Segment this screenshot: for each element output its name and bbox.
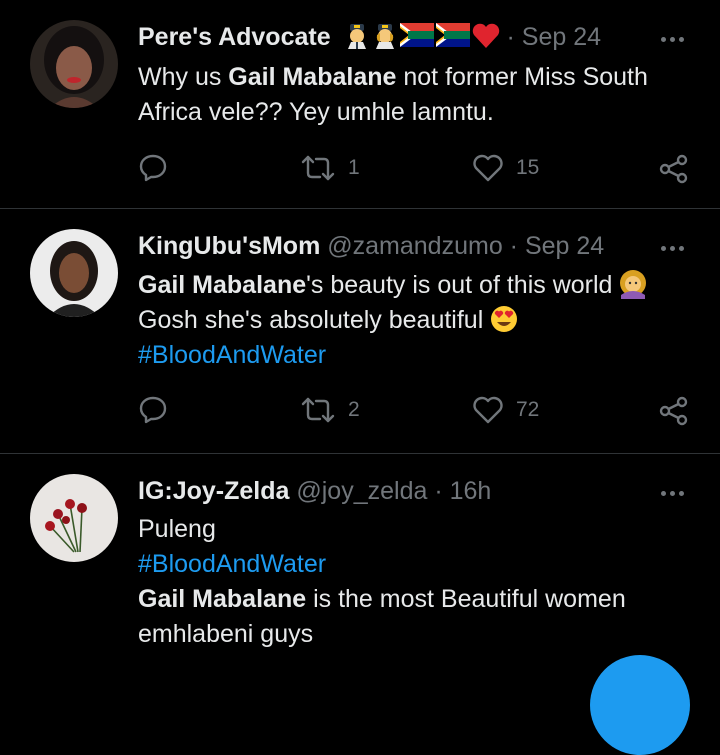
username[interactable]: @joy_zelda <box>296 477 427 505</box>
red-heart-icon <box>472 23 499 48</box>
tweet-time[interactable]: · 16h <box>434 477 491 505</box>
tweet-text: Why us Gail Mabalane not former Miss Sou… <box>138 63 648 126</box>
like-button[interactable]: 15 <box>472 153 539 183</box>
tweet-time[interactable]: · Sep 24 <box>510 232 605 260</box>
tweet[interactable]: IG:Joy-Zelda @joy_zelda · 16h Puleng #Bl… <box>0 454 720 675</box>
tweet-header: IG:Joy-Zelda @joy_zelda · 16h <box>138 476 491 506</box>
retweet-count: 1 <box>348 156 360 179</box>
display-name[interactable]: Pere's Advocate <box>138 23 331 51</box>
share-icon <box>659 154 688 184</box>
avatar[interactable] <box>30 20 118 108</box>
retweet-button[interactable]: 2 <box>300 395 360 425</box>
username[interactable]: @zamandzumo <box>327 232 502 260</box>
like-count: 15 <box>516 156 540 179</box>
heart-icon <box>473 154 503 182</box>
heart-icon <box>473 396 503 424</box>
avatar[interactable] <box>30 474 118 562</box>
tweet[interactable]: Pere's Advocate · Sep 24 Why us Gail Mab… <box>0 0 720 208</box>
reply-icon <box>139 396 167 424</box>
retweet-icon <box>301 397 335 423</box>
share-icon <box>659 396 688 426</box>
tweet-text: Gail Mabalane's beauty is out of this wo… <box>138 268 698 373</box>
name-emojis <box>344 23 500 49</box>
person-gesturing-emoji-icon <box>620 270 647 299</box>
avatar[interactable] <box>30 229 118 317</box>
like-button[interactable]: 72 <box>472 395 539 425</box>
compose-tweet-button[interactable] <box>590 655 690 755</box>
share-button[interactable] <box>658 395 690 427</box>
pilot-woman-emoji-icon <box>375 24 394 49</box>
tweet-time[interactable]: · Sep 24 <box>507 23 602 51</box>
reply-button[interactable] <box>138 395 168 425</box>
tweet-header: KingUbu'sMom @zamandzumo · Sep 24 <box>138 231 604 261</box>
retweet-count: 2 <box>348 398 360 421</box>
heart-eyes-emoji-icon <box>491 306 518 332</box>
share-button[interactable] <box>658 153 690 185</box>
south-africa-flag-icon <box>399 23 434 47</box>
reply-icon <box>139 154 167 182</box>
retweet-icon <box>301 155 335 181</box>
display-name[interactable]: KingUbu'sMom <box>138 232 320 260</box>
display-name[interactable]: IG:Joy-Zelda <box>138 477 289 505</box>
tweet-actions: 2 72 <box>0 392 720 432</box>
like-count: 72 <box>516 398 540 421</box>
more-icon[interactable] <box>655 478 689 508</box>
hashtag-link[interactable]: #BloodAndWater <box>138 338 698 373</box>
hashtag-link[interactable]: #BloodAndWater <box>138 547 698 582</box>
tweet-header: Pere's Advocate · Sep 24 <box>138 22 601 52</box>
pilot-emoji-icon <box>347 24 366 49</box>
tweet[interactable]: KingUbu'sMom @zamandzumo · Sep 24 Gail M… <box>0 209 720 453</box>
more-icon[interactable] <box>655 233 689 263</box>
south-africa-flag-icon <box>435 23 470 47</box>
reply-button[interactable] <box>138 153 168 183</box>
retweet-button[interactable]: 1 <box>300 153 360 183</box>
more-icon[interactable] <box>655 24 689 54</box>
tweet-text: Puleng #BloodAndWater Gail Mabalane is t… <box>138 512 698 652</box>
tweet-actions: 1 15 <box>0 150 720 190</box>
